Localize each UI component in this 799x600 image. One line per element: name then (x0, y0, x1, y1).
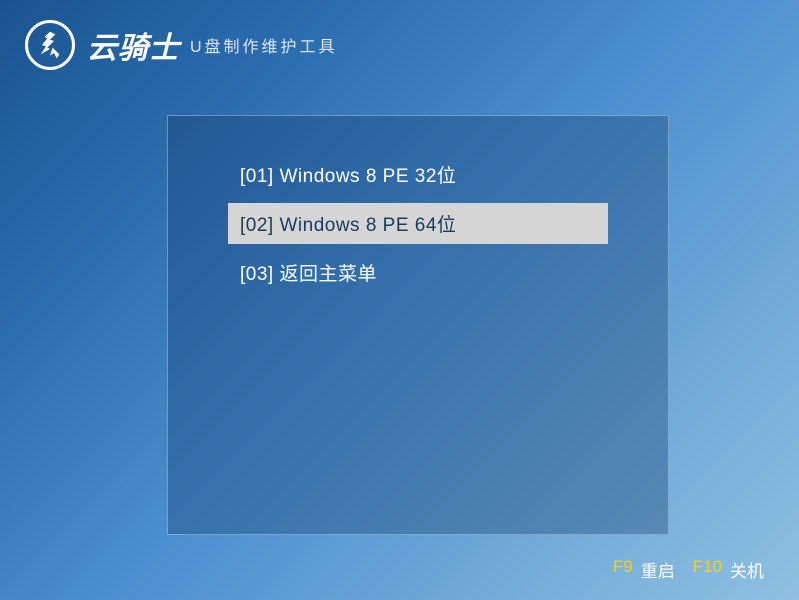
footer-hotkeys: F9 重启 F10 关机 (613, 557, 774, 582)
menu-item-win8pe-32[interactable]: [01] Windows 8 PE 32位 (228, 154, 608, 195)
hotkey-restart-key: F9 (613, 557, 633, 582)
menu-item-return-main[interactable]: [03] 返回主菜单 (228, 252, 608, 293)
header: 云骑士 U盘制作维护工具 (0, 0, 799, 90)
hotkey-shutdown-label: 关机 (730, 557, 764, 582)
boot-menu-panel: [01] Windows 8 PE 32位 [02] Windows 8 PE … (167, 115, 669, 535)
logo-icon (25, 20, 75, 70)
hotkey-restart-label: 重启 (641, 557, 675, 582)
hotkey-shutdown-key: F10 (693, 557, 722, 582)
brand-subtitle: U盘制作维护工具 (190, 33, 338, 57)
brand-title: 云骑士 (87, 23, 180, 67)
menu-item-win8pe-64[interactable]: [02] Windows 8 PE 64位 (228, 203, 608, 244)
